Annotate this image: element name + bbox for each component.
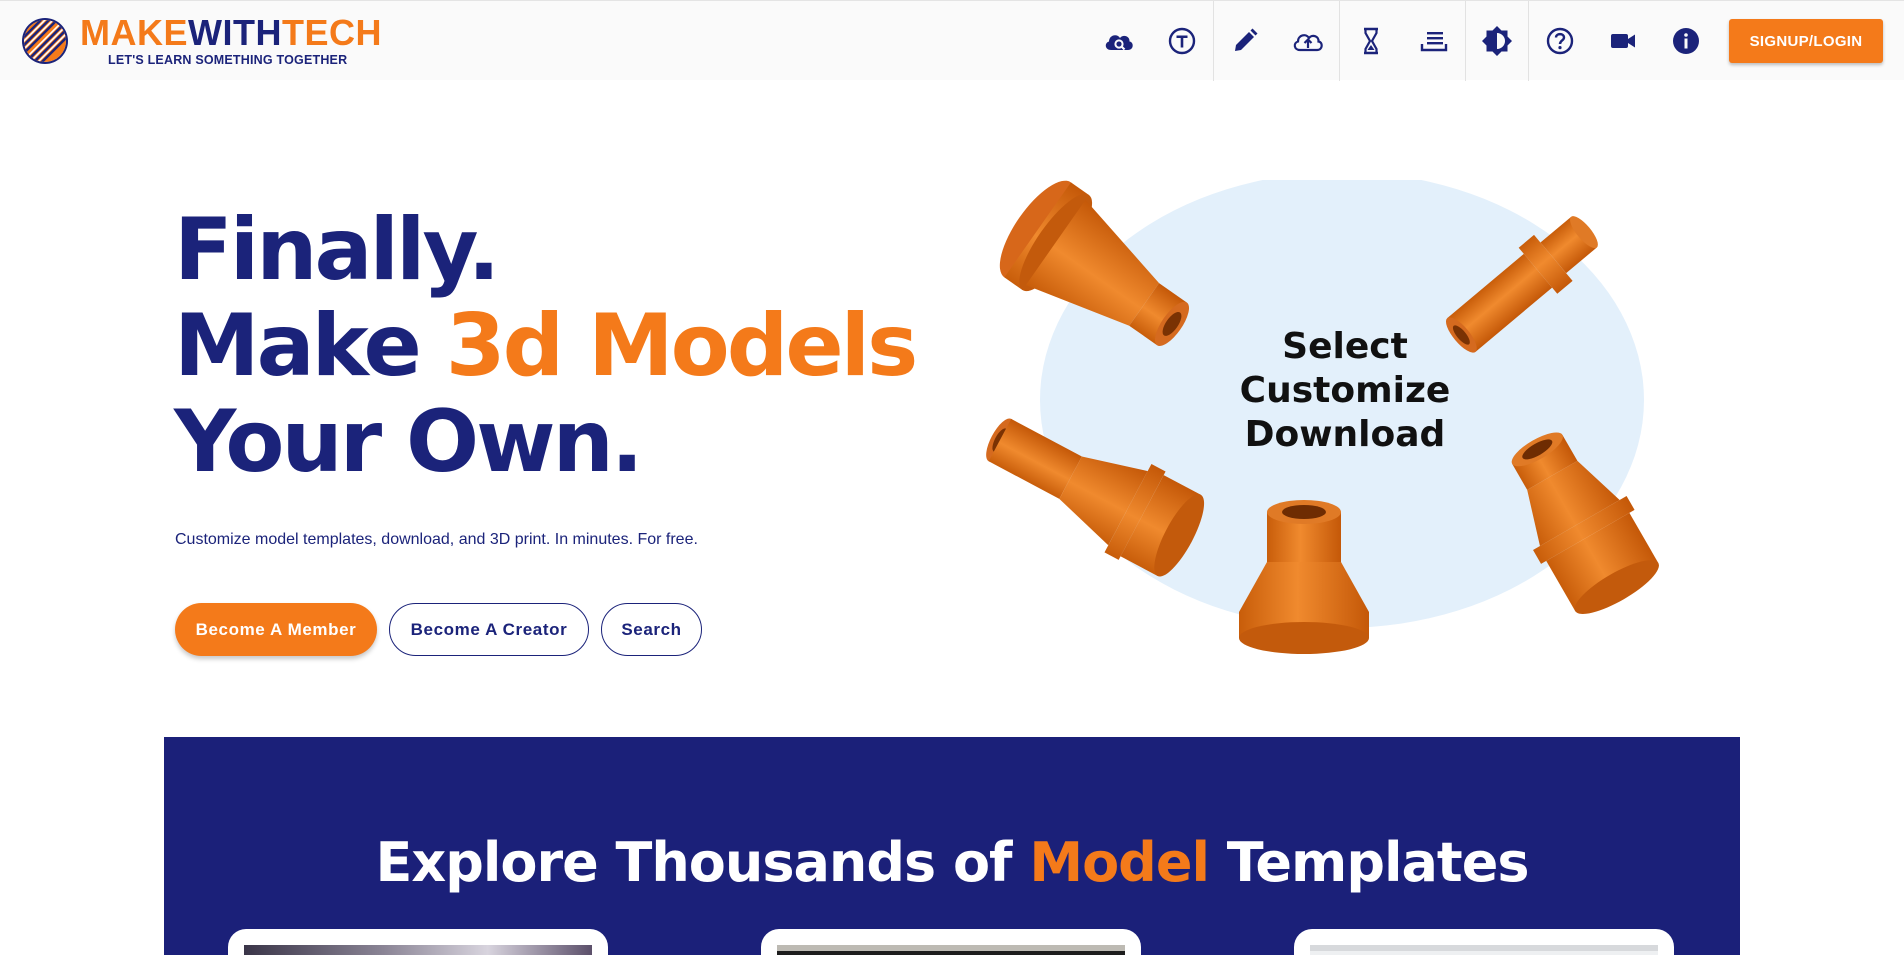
hero-line-3: Your Own. — [174, 392, 643, 492]
hero-line-2-accent: 3d Models — [445, 296, 919, 396]
hero-line-2-prefix: Make — [174, 296, 446, 396]
hourglass-icon — [1364, 27, 1378, 55]
cloud-upload-button[interactable] — [1276, 1, 1339, 81]
template-card[interactable] — [228, 929, 608, 955]
info-icon — [1672, 28, 1699, 54]
cta-buttons: Become A Member Become A Creator Search — [175, 603, 714, 656]
become-member-button[interactable]: Become A Member — [175, 603, 377, 656]
pencil-icon — [1235, 28, 1258, 51]
toolbar: SIGNUP/LOGIN — [1087, 1, 1883, 81]
contrast-button[interactable] — [1465, 1, 1528, 81]
hero-illustration-caption: Select Customize Download — [1195, 325, 1495, 457]
search-button[interactable]: Search — [601, 603, 702, 656]
template-thumbnail — [244, 945, 592, 955]
logo-tagline: LET'S LEARN SOMETHING TOGETHER — [108, 53, 348, 67]
explore-title: Explore Thousands of Model Templates — [164, 831, 1740, 894]
template-thumbnail — [1310, 945, 1658, 955]
caption-select: Select — [1282, 326, 1408, 367]
explore-title-prefix: Explore Thousands of — [375, 831, 1030, 894]
logo-text: MAKEWITHTECH LET'S LEARN SOMETHING TOGET… — [80, 15, 382, 68]
logo-word-with: WITH — [188, 12, 282, 53]
explore-title-suffix: Templates — [1208, 831, 1530, 894]
caption-download: Download — [1244, 414, 1446, 455]
explore-title-accent: Model — [1029, 831, 1210, 894]
contrast-icon — [1482, 26, 1512, 56]
edit-button[interactable] — [1213, 1, 1276, 81]
history-button[interactable] — [1339, 1, 1402, 81]
video-button[interactable] — [1591, 1, 1654, 81]
cloud-search-icon — [1105, 35, 1133, 51]
caption-customize: Customize — [1239, 370, 1451, 411]
logo-word-make: MAKE — [80, 12, 188, 53]
become-creator-button[interactable]: Become A Creator — [389, 603, 589, 656]
video-camera-icon — [1610, 34, 1635, 48]
logo-wordmark: MAKEWITHTECH — [80, 15, 382, 51]
help-icon — [1546, 27, 1574, 55]
template-card[interactable] — [761, 929, 1141, 955]
cloud-search-button[interactable] — [1087, 1, 1150, 81]
text-t-icon — [1168, 27, 1195, 55]
signup-login-button[interactable]: SIGNUP/LOGIN — [1729, 19, 1883, 63]
top-header: MAKEWITHTECH LET'S LEARN SOMETHING TOGET… — [0, 0, 1904, 81]
layers-button[interactable] — [1402, 1, 1465, 81]
hero-title: Finally. Make 3d Models Your Own. — [174, 200, 919, 492]
explore-section: Explore Thousands of Model Templates — [164, 737, 1740, 955]
list-stack-icon — [1420, 32, 1447, 52]
template-thumbnail — [777, 945, 1125, 955]
logo-word-tech: TECH — [281, 12, 382, 53]
template-card[interactable] — [1294, 929, 1674, 955]
logo-mark-icon — [22, 18, 68, 64]
logo[interactable]: MAKEWITHTECH LET'S LEARN SOMETHING TOGET… — [20, 13, 382, 69]
hero-subtitle: Customize model templates, download, and… — [175, 531, 698, 548]
info-button[interactable] — [1654, 1, 1717, 81]
help-button[interactable] — [1528, 1, 1591, 81]
cloud-upload-icon — [1293, 34, 1323, 52]
text-tool-button[interactable] — [1150, 1, 1213, 81]
hero-line-1: Finally. — [174, 200, 500, 300]
